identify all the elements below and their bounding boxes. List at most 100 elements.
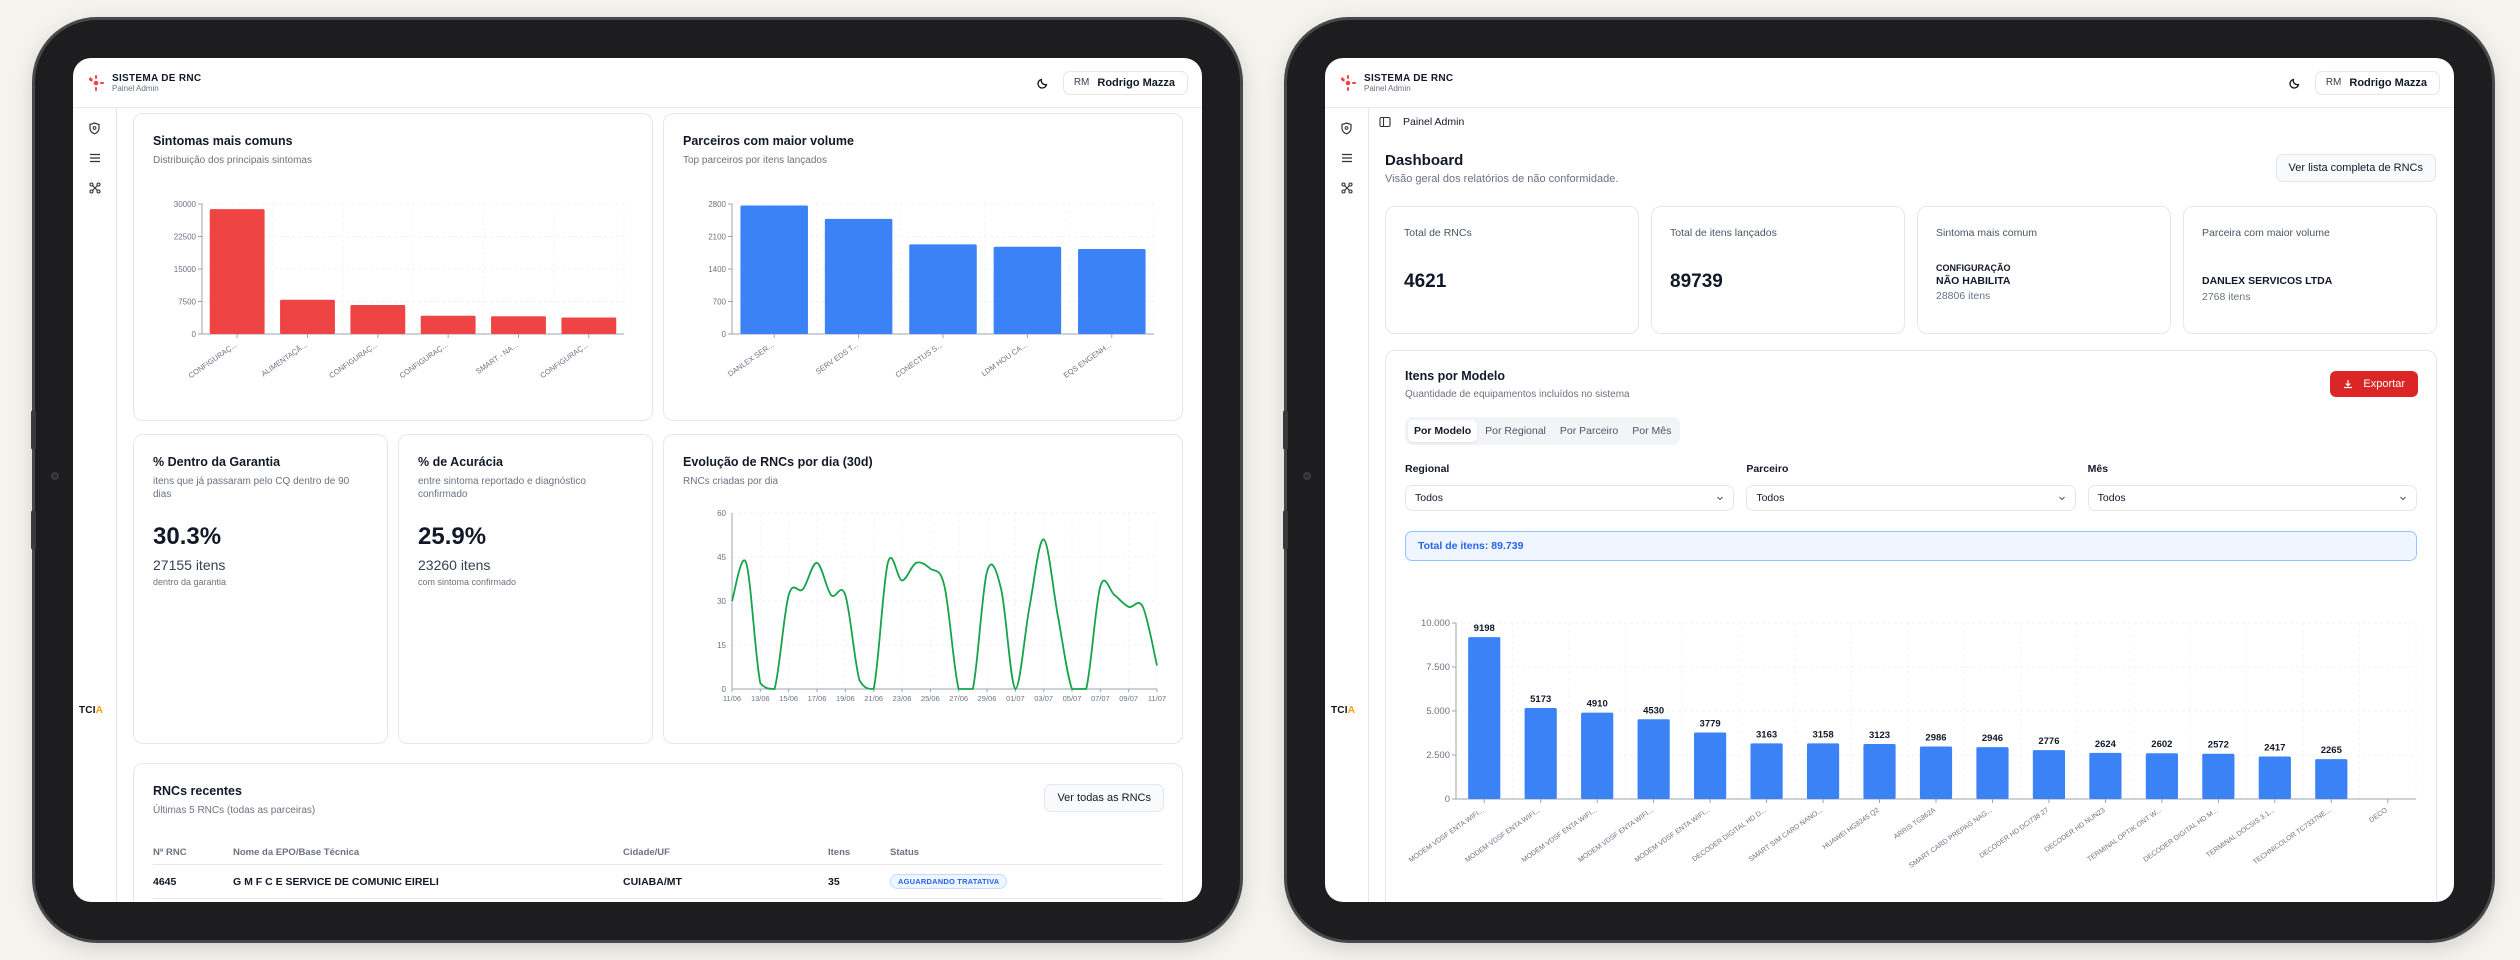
bar-value-label: 4530 bbox=[1643, 705, 1664, 716]
y-tick-label: 10.000 bbox=[1421, 618, 1450, 629]
bar bbox=[1637, 719, 1670, 799]
status-badge: AGUARDANDO TRATATIVA bbox=[890, 874, 1008, 889]
app-logo[interactable]: SISTEMA DE RNC Painel Admin bbox=[87, 73, 201, 93]
user-name: Rodrigo Mazza bbox=[1097, 76, 1175, 89]
bar bbox=[1919, 746, 1953, 799]
bar bbox=[561, 317, 617, 334]
card-subtitle: Últimas 5 RNCs (todas as parceiras) bbox=[153, 805, 316, 816]
bar bbox=[2089, 752, 2122, 799]
user-menu[interactable]: RM Rodrigo Mazza bbox=[1062, 70, 1188, 95]
tab-por-parceiro[interactable]: Por Parceiro bbox=[1554, 420, 1624, 442]
bar bbox=[2315, 759, 2348, 799]
bar-value-label: 2986 bbox=[1925, 732, 1946, 743]
breadcrumb-label[interactable]: Painel Admin bbox=[1403, 116, 1464, 128]
sidebar-toggle-icon[interactable] bbox=[1379, 116, 1391, 128]
card-subtitle: itens que já passaram pelo CQ dentro de … bbox=[153, 476, 350, 500]
card-subtitle: entre sintoma reportado e diagnóstico co… bbox=[418, 476, 586, 500]
page-subtitle: Visão geral dos relatórios de não confor… bbox=[1385, 173, 1619, 185]
x-tick-label: 25/06 bbox=[921, 694, 940, 703]
app-header: SISTEMA DE RNC Painel Admin RM Rodrigo Maz… bbox=[1325, 58, 2454, 108]
chevron-down-icon bbox=[2058, 496, 2065, 501]
front-camera bbox=[1303, 472, 1311, 480]
x-tick-label: EQS ENGENH... bbox=[1062, 340, 1113, 380]
x-tick-label: 11/06 bbox=[723, 694, 741, 703]
card-title: Parceiros com maior volume bbox=[683, 134, 854, 148]
network-icon[interactable] bbox=[1339, 180, 1355, 196]
card-evolucao: Evolução de RNCs por dia (30d) RNCs cria… bbox=[663, 434, 1183, 744]
user-menu[interactable]: RM Rodrigo Mazza bbox=[2314, 70, 2440, 95]
mes-select[interactable]: Todos bbox=[2087, 485, 2417, 511]
ipad-left: SISTEMA DE RNC Painel Admin RM Rodrigo Maz… bbox=[31, 20, 1240, 940]
page-header: Dashboard Visão geral dos relatórios de … bbox=[1385, 152, 1618, 185]
chart-sintomas: 0 7500 15000 22500 30000 CONFIGURAÇ... ALIMENT… bbox=[174, 200, 625, 380]
table-cell-status: AGUARDANDO TRATATIVA bbox=[890, 864, 1163, 899]
parceiro-select[interactable]: Todos bbox=[1746, 485, 2076, 511]
x-tick-label: CONFIGURAÇ... bbox=[327, 340, 379, 380]
kpi-value: DANLEX SERVICOS LTDA bbox=[2202, 275, 2333, 287]
acuracia-count: 23260 itens bbox=[418, 557, 491, 573]
tab-por-mes[interactable]: Por Mês bbox=[1626, 420, 1677, 442]
shield-icon[interactable] bbox=[1339, 120, 1355, 136]
card-title: RNCs recentes bbox=[153, 784, 242, 798]
y-tick-label: 22500 bbox=[174, 233, 197, 242]
kpi-value-small: CONFIGURAÇÃO bbox=[1936, 263, 2011, 273]
kpi-value: NÃO HABILITA bbox=[1936, 275, 2011, 287]
user-name: Rodrigo Mazza bbox=[2349, 76, 2427, 89]
x-tick-label: 27/06 bbox=[949, 694, 968, 703]
bar bbox=[1468, 637, 1501, 799]
front-camera bbox=[51, 472, 59, 480]
bar bbox=[280, 299, 335, 334]
regional-select[interactable]: Todos bbox=[1405, 485, 1735, 511]
list-icon[interactable] bbox=[1339, 150, 1355, 166]
bar bbox=[2145, 753, 2178, 799]
card-subtitle: Quantidade de equipamentos incluídos no … bbox=[1405, 389, 1630, 400]
bar bbox=[1078, 249, 1146, 334]
y-tick-label: 1400 bbox=[708, 265, 726, 274]
app-header: SISTEMA DE RNC Painel Admin RM Rodrigo Maz… bbox=[73, 58, 1202, 108]
x-tick-label: 13/06 bbox=[751, 694, 770, 703]
chart-evolucao: 0 15 30 45 60 11/06 13/06 15/06 17/06 19/06 21/06 2… bbox=[717, 509, 1166, 703]
y-tick-label: 15 bbox=[717, 641, 726, 650]
x-tick-label: 29/06 bbox=[978, 694, 997, 703]
tab-por-regional[interactable]: Por Regional bbox=[1479, 420, 1552, 442]
x-tick-label: 09/07 bbox=[1119, 694, 1138, 703]
bar bbox=[1863, 744, 1896, 799]
view-full-list-button[interactable]: Ver lista completa de RNCs bbox=[2275, 154, 2436, 182]
kpi-value: 4621 bbox=[1404, 271, 1447, 292]
filter-label: Mês bbox=[2087, 463, 2109, 475]
bar bbox=[740, 205, 808, 334]
y-tick-label: 2.500 bbox=[1426, 750, 1450, 761]
network-icon[interactable] bbox=[87, 180, 103, 196]
view-all-rncs-button[interactable]: Ver todas as RNCs bbox=[1044, 784, 1164, 812]
bar-value-label: 3163 bbox=[1756, 729, 1777, 740]
card-title: % Dentro da Garantia bbox=[153, 455, 281, 469]
download-icon bbox=[2344, 380, 2353, 389]
shield-icon[interactable] bbox=[87, 120, 103, 136]
table-row[interactable]: 4645 G M F C E SERVICE DE COMUNIC EIRELI C… bbox=[153, 864, 1163, 899]
x-tick-label: 15/06 bbox=[779, 694, 798, 703]
x-tick-label: ARRIS TG862A bbox=[1893, 807, 1938, 841]
theme-toggle-icon[interactable] bbox=[1037, 77, 1049, 89]
filter-label: Parceiro bbox=[1746, 463, 1789, 475]
filter-regional: Regional Todos bbox=[1405, 463, 1735, 511]
bar bbox=[1750, 743, 1783, 799]
y-tick-label: 30000 bbox=[174, 200, 197, 209]
x-tick-label: SMART - NA... bbox=[474, 340, 520, 376]
theme-toggle-icon[interactable] bbox=[2289, 77, 2301, 89]
chevron-down-icon bbox=[2400, 496, 2406, 501]
export-button[interactable]: Exportar bbox=[2330, 371, 2418, 397]
kpi-sintoma-comum: Sintoma mais comum CONFIGURAÇÃO NÃO HABI… bbox=[1917, 206, 2171, 334]
list-icon[interactable] bbox=[87, 150, 103, 166]
x-tick-label: DECO bbox=[2368, 807, 2389, 825]
x-tick-label: 05/07 bbox=[1063, 694, 1082, 703]
bar bbox=[209, 209, 265, 334]
x-tick-label: 07/07 bbox=[1091, 694, 1110, 703]
bar-value-label: 2776 bbox=[2038, 736, 2059, 747]
card-subtitle: RNCs criadas por dia bbox=[683, 476, 779, 487]
page-title: Dashboard bbox=[1385, 152, 1464, 169]
bar bbox=[350, 304, 406, 334]
tab-por-modelo[interactable]: Por Modelo bbox=[1408, 420, 1478, 442]
app-logo[interactable]: SISTEMA DE RNC Painel Admin bbox=[1339, 73, 1453, 93]
x-tick-label: 21/06 bbox=[864, 694, 883, 703]
kpi-label: Parceira com maior volume bbox=[2202, 227, 2330, 239]
